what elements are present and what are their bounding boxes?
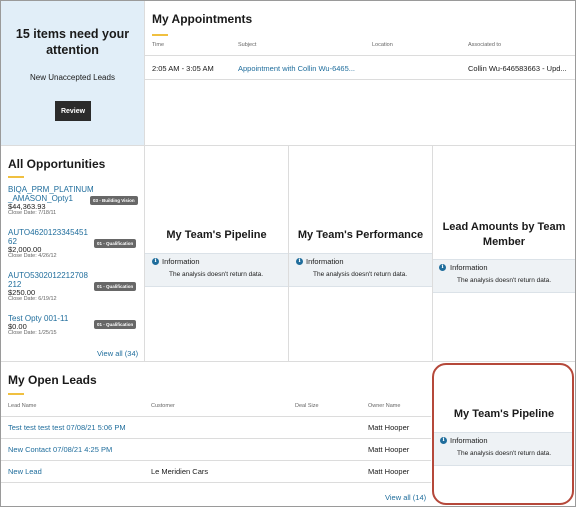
row-divider <box>1 438 431 439</box>
leads-title: My Open Leads <box>8 373 97 387</box>
opportunity-close-date: Close Date: 4/26/12 <box>8 253 57 259</box>
divider <box>432 146 433 361</box>
opportunity-link[interactable]: AUTO4620123345451 62 <box>8 228 88 246</box>
opportunity-close-date: Close Date: 1/25/15 <box>8 330 57 336</box>
view-all-opportunities-link[interactable]: View all (34) <box>97 349 138 358</box>
info-icon: i <box>152 258 159 265</box>
info-panel: i Information The analysis doesn't retur… <box>289 253 432 287</box>
appointments-title: My Appointments <box>152 12 253 26</box>
title-accent <box>8 176 24 178</box>
row-divider <box>1 416 431 417</box>
row-divider <box>1 460 431 461</box>
status-badge: 01 - Qualification <box>94 282 137 291</box>
highlight-outline <box>432 363 574 505</box>
info-panel: i Information The analysis doesn't retur… <box>145 253 288 287</box>
info-icon: i <box>439 264 446 271</box>
appointment-subject-link[interactable]: Appointment with Collin Wu-6465... <box>238 64 355 73</box>
title-accent <box>8 393 24 395</box>
opportunity-link[interactable]: BIQA_PRM_PLATINUM _AMASON_Opty1 <box>8 185 94 203</box>
tile-title: Lead Amounts by Team Member <box>442 221 566 248</box>
info-message: The analysis doesn't return data. <box>169 271 264 278</box>
row-divider <box>1 482 431 483</box>
appointment-associated: Collin Wu-646583663 - Upd... <box>468 64 567 73</box>
column-header-location: Location <box>372 42 393 48</box>
lead-owner: Matt Hooper <box>368 423 410 432</box>
view-all-leads-link[interactable]: View all (14) <box>385 493 426 502</box>
info-icon: i <box>296 258 303 265</box>
review-button[interactable]: Review <box>55 101 91 121</box>
attention-panel: 15 items need your attention New Unaccep… <box>1 1 144 145</box>
divider <box>1 361 575 362</box>
lead-owner: Matt Hooper <box>368 445 410 454</box>
status-badge: 01 - Qualification <box>94 320 137 329</box>
opportunity-link[interactable]: AUTO5302012212708 212 <box>8 271 88 289</box>
column-header-time: Time <box>152 42 165 48</box>
info-panel: i Information The analysis doesn't retur… <box>433 259 575 293</box>
lead-name-link[interactable]: New Lead <box>8 467 42 476</box>
column-header-associated: Associated to <box>468 42 502 48</box>
opportunity-close-date: Close Date: 6/19/12 <box>8 296 57 302</box>
status-badge: 03 - Building Vision <box>90 196 138 205</box>
attention-subtitle: New Unaccepted Leads <box>30 73 115 82</box>
appointment-time: 2:05 AM - 3:05 AM <box>152 64 214 73</box>
column-header-lead-name: Lead Name <box>8 403 37 409</box>
info-message: The analysis doesn't return data. <box>313 271 408 278</box>
row-divider <box>145 79 575 80</box>
status-badge: 01 - Qualification <box>94 239 137 248</box>
lead-owner: Matt Hooper <box>368 467 410 476</box>
attention-title: 15 items need your attention <box>15 27 130 57</box>
row-divider <box>145 55 575 56</box>
column-header-subject: Subject <box>238 42 257 48</box>
info-label: Information <box>450 263 488 272</box>
opportunities-title: All Opportunities <box>8 157 106 171</box>
info-label: Information <box>306 257 344 266</box>
opportunity-close-date: Close Date: 7/18/11 <box>8 210 57 216</box>
tile-title: My Team's Performance <box>297 229 424 241</box>
title-accent <box>152 34 168 36</box>
column-header-customer: Customer <box>151 403 175 409</box>
lead-customer: Le Meridien Cars <box>151 467 209 476</box>
column-header-owner: Owner Name <box>368 403 401 409</box>
lead-name-link[interactable]: Test test test test 07/08/21 5:06 PM <box>8 423 126 432</box>
column-header-deal-size: Deal Size <box>295 403 319 409</box>
info-label: Information <box>162 257 200 266</box>
lead-name-link[interactable]: New Contact 07/08/21 4:25 PM <box>8 445 112 454</box>
info-message: The analysis doesn't return data. <box>457 277 552 284</box>
tile-title: My Team's Pipeline <box>166 229 267 241</box>
